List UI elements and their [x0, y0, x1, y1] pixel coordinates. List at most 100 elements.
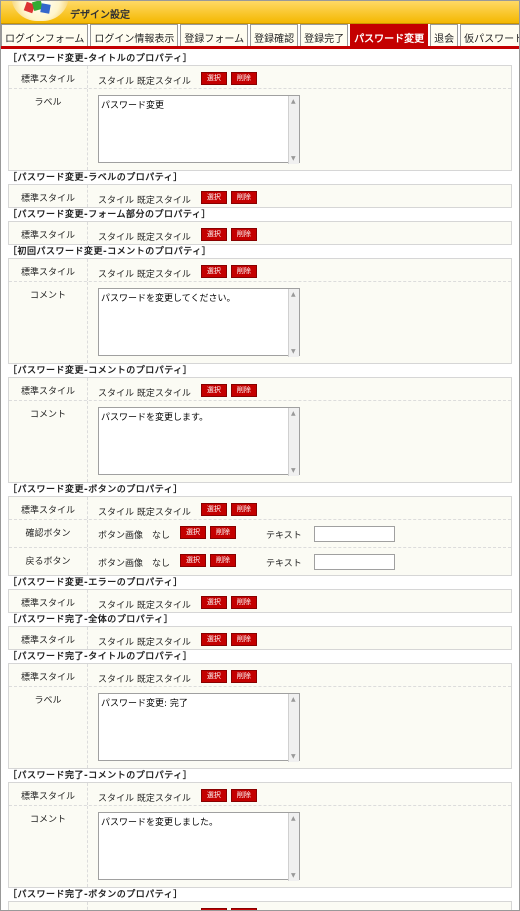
- label-textarea[interactable]: パスワード変更: [98, 95, 300, 163]
- textarea-scrollbar[interactable]: ▲ ▼: [288, 813, 299, 881]
- textarea-scrollbar[interactable]: ▲ ▼: [288, 96, 299, 164]
- label-row: ラベル パスワード変更 ▲ ▼: [9, 88, 511, 170]
- property-section: 標準スタイル スタイル 既定スタイル 選択 削除: [8, 589, 512, 613]
- comment-textarea[interactable]: パスワードを変更します。: [98, 407, 300, 475]
- select-button[interactable]: 選択: [200, 265, 227, 278]
- confirm-text-input[interactable]: [313, 526, 395, 542]
- style-label: 標準スタイル: [20, 636, 75, 646]
- style-label: 標準スタイル: [20, 194, 75, 204]
- select-button[interactable]: 選択: [200, 633, 227, 646]
- style-label: 標準スタイル: [20, 599, 75, 609]
- delete-button[interactable]: 削除: [230, 384, 257, 397]
- scroll-down-icon[interactable]: ▼: [291, 155, 296, 162]
- delete-button[interactable]: 削除: [230, 228, 257, 241]
- scroll-up-icon[interactable]: ▲: [291, 98, 296, 105]
- section-title: ［パスワード完了-ボタンのプロパティ］: [8, 890, 183, 900]
- scroll-up-icon[interactable]: ▲: [291, 410, 296, 417]
- tab-bar: ログインフォーム ログイン情報表示 登録フォーム 登録確認 登録完了 パスワード…: [1, 24, 519, 49]
- section-title: ［パスワード完了-コメントのプロパティ］: [8, 771, 193, 781]
- delete-button[interactable]: 削除: [210, 554, 237, 567]
- select-button[interactable]: 選択: [200, 503, 227, 516]
- comment-value-cell: パスワードを変更します。 ▲ ▼: [87, 401, 511, 482]
- property-list: ［パスワード変更-タイトルのプロパティ］ 標準スタイル スタイル 既定スタイル …: [1, 49, 519, 910]
- style-row: 標準スタイル スタイル 既定スタイル 選択 削除: [9, 378, 511, 400]
- tab-password-change[interactable]: パスワード変更: [350, 24, 429, 46]
- comment-label: コメント: [29, 410, 66, 420]
- section-title: ［パスワード変更-ラベルのプロパティ］: [8, 173, 183, 183]
- delete-button[interactable]: 削除: [230, 670, 257, 683]
- delete-button[interactable]: 削除: [230, 72, 257, 85]
- back-button-cell: ボタン画像 なし 選択 削除 テキスト: [87, 548, 511, 575]
- scroll-down-icon[interactable]: ▼: [291, 872, 296, 879]
- style-value-cell: スタイル 既定スタイル 選択 削除: [87, 590, 511, 612]
- tab-register-form[interactable]: 登録フォーム: [180, 24, 249, 46]
- select-button[interactable]: 選択: [200, 228, 227, 241]
- delete-button[interactable]: 削除: [230, 265, 257, 278]
- comment-textarea[interactable]: パスワードを変更してください。: [98, 288, 300, 356]
- textarea-scrollbar[interactable]: ▲ ▼: [288, 408, 299, 476]
- delete-button[interactable]: 削除: [210, 526, 237, 539]
- style-row: 標準スタイル スタイル 既定スタイル 選択 削除: [9, 783, 511, 805]
- label-row: ラベル パスワード変更: 完了 ▲ ▼: [9, 686, 511, 768]
- blocks-logo-icon: [11, 1, 69, 21]
- delete-button[interactable]: 削除: [230, 789, 257, 802]
- select-button[interactable]: 選択: [180, 526, 207, 539]
- scroll-down-icon[interactable]: ▼: [291, 348, 296, 355]
- style-row: 標準スタイル スタイル 既定スタイル 選択 削除: [9, 222, 511, 244]
- style-row: 標準スタイル スタイル 既定スタイル 選択 削除: [9, 259, 511, 281]
- style-value: スタイル 既定スタイル: [98, 508, 191, 518]
- scroll-up-icon[interactable]: ▲: [291, 696, 296, 703]
- tab-withdraw[interactable]: 退会: [430, 24, 459, 46]
- style-row: 標準スタイル スタイル 既定スタイル 選択 削除: [9, 627, 511, 649]
- style-value-cell: スタイル 既定スタイル 選択 削除: [87, 497, 511, 519]
- scroll-up-icon[interactable]: ▲: [291, 815, 296, 822]
- back-text-input[interactable]: [313, 554, 395, 570]
- select-button[interactable]: 選択: [180, 554, 207, 567]
- select-button[interactable]: 選択: [200, 384, 227, 397]
- design-settings-window: デザイン設定 ログインフォーム ログイン情報表示 登録フォーム 登録確認 登録完…: [0, 0, 520, 911]
- select-button[interactable]: 選択: [200, 72, 227, 85]
- style-value-cell: スタイル 既定スタイル 選択 削除: [87, 222, 511, 244]
- select-button[interactable]: 選択: [200, 191, 227, 204]
- style-value: スタイル 既定スタイル: [98, 389, 191, 399]
- property-section: 標準スタイル スタイル 既定スタイル 選択 削除 確認ボタン ボタン画像 なし …: [8, 496, 512, 576]
- comment-row: コメント パスワードを変更します。 ▲ ▼: [9, 400, 511, 482]
- style-value: スタイル 既定スタイル: [98, 270, 191, 280]
- scroll-up-icon[interactable]: ▲: [291, 291, 296, 298]
- delete-button[interactable]: 削除: [230, 596, 257, 609]
- tab-register-complete[interactable]: 登録完了: [300, 24, 349, 46]
- delete-button[interactable]: 削除: [230, 633, 257, 646]
- property-section: 標準スタイル スタイル 既定スタイル 選択 削除 コメント パスワードを変更しま…: [8, 377, 512, 483]
- select-button[interactable]: 選択: [200, 789, 227, 802]
- scroll-down-icon[interactable]: ▼: [291, 467, 296, 474]
- select-button[interactable]: 選択: [200, 670, 227, 683]
- tab-login-form[interactable]: ログインフォーム: [1, 24, 89, 46]
- textarea-scrollbar[interactable]: ▲ ▼: [288, 289, 299, 357]
- property-section: 標準スタイル スタイル 既定スタイル 選択 削除 戻るボタン ボタン画像 なし …: [8, 901, 512, 910]
- tab-login-info[interactable]: ログイン情報表示: [90, 24, 179, 46]
- style-value: スタイル 既定スタイル: [98, 196, 191, 206]
- select-button[interactable]: 選択: [200, 596, 227, 609]
- style-row: 標準スタイル スタイル 既定スタイル 選択 削除: [9, 66, 511, 88]
- style-label: 標準スタイル: [20, 506, 75, 516]
- style-value: スタイル 既定スタイル: [98, 77, 191, 87]
- label-label: ラベル: [34, 696, 62, 706]
- style-row: 標準スタイル スタイル 既定スタイル 選択 削除: [9, 590, 511, 612]
- property-section: 標準スタイル スタイル 既定スタイル 選択 削除 コメント パスワードを変更しま…: [8, 782, 512, 888]
- delete-button[interactable]: 削除: [230, 191, 257, 204]
- label-textarea[interactable]: パスワード変更: 完了: [98, 693, 300, 761]
- text-label: テキスト: [266, 531, 302, 541]
- tab-temp-password[interactable]: 仮パスワード: [460, 24, 519, 46]
- comment-value-cell: パスワードを変更しました。 ▲ ▼: [87, 806, 511, 887]
- label-label: ラベル: [34, 98, 62, 108]
- section-title: ［パスワード完了-全体のプロパティ］: [8, 615, 174, 625]
- property-section: 標準スタイル スタイル 既定スタイル 選択 削除: [8, 221, 512, 245]
- scroll-down-icon[interactable]: ▼: [291, 753, 296, 760]
- comment-textarea[interactable]: パスワードを変更しました。: [98, 812, 300, 880]
- delete-button[interactable]: 削除: [230, 503, 257, 516]
- section-title: ［パスワード変更-コメントのプロパティ］: [8, 366, 193, 376]
- tab-register-confirm[interactable]: 登録確認: [250, 24, 299, 46]
- style-label: 標準スタイル: [20, 387, 75, 397]
- style-label: 標準スタイル: [20, 231, 75, 241]
- textarea-scrollbar[interactable]: ▲ ▼: [288, 694, 299, 762]
